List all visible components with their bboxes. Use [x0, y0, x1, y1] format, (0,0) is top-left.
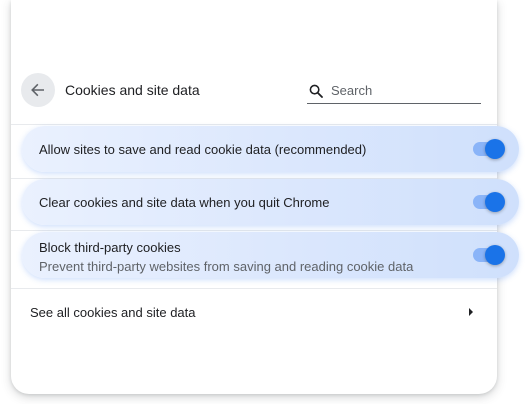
search-icon [309, 83, 325, 99]
toggle-knob [485, 192, 505, 212]
arrow-right-icon [469, 308, 473, 316]
setting-allow-cookies[interactable]: Allow sites to save and read cookie data… [22, 126, 519, 172]
block-third-party-toggle[interactable] [473, 245, 505, 265]
toggle-knob [485, 139, 505, 159]
search-field[interactable] [307, 78, 481, 104]
arrow-back-icon [31, 83, 44, 97]
search-input[interactable] [331, 83, 471, 98]
setting-clear-on-quit[interactable]: Clear cookies and site data when you qui… [22, 179, 519, 225]
page-header: Cookies and site data [11, 72, 497, 112]
allow-cookies-toggle[interactable] [473, 139, 505, 159]
page-title: Cookies and site data [65, 82, 200, 98]
setting-label: Block third-party cookies [39, 240, 181, 255]
setting-sublabel: Prevent third-party websites from saving… [39, 259, 414, 274]
see-all-cookies-row[interactable]: See all cookies and site data [11, 290, 497, 334]
divider [11, 230, 497, 231]
back-button[interactable] [21, 73, 55, 107]
setting-block-third-party[interactable]: Block third-party cookies Prevent third-… [22, 232, 519, 278]
clear-on-quit-toggle[interactable] [473, 192, 505, 212]
see-all-cookies-label: See all cookies and site data [30, 305, 196, 320]
divider [11, 124, 497, 125]
divider [11, 288, 497, 289]
toggle-knob [485, 245, 505, 265]
setting-label: Allow sites to save and read cookie data… [39, 142, 367, 157]
setting-label: Clear cookies and site data when you qui… [39, 195, 330, 210]
